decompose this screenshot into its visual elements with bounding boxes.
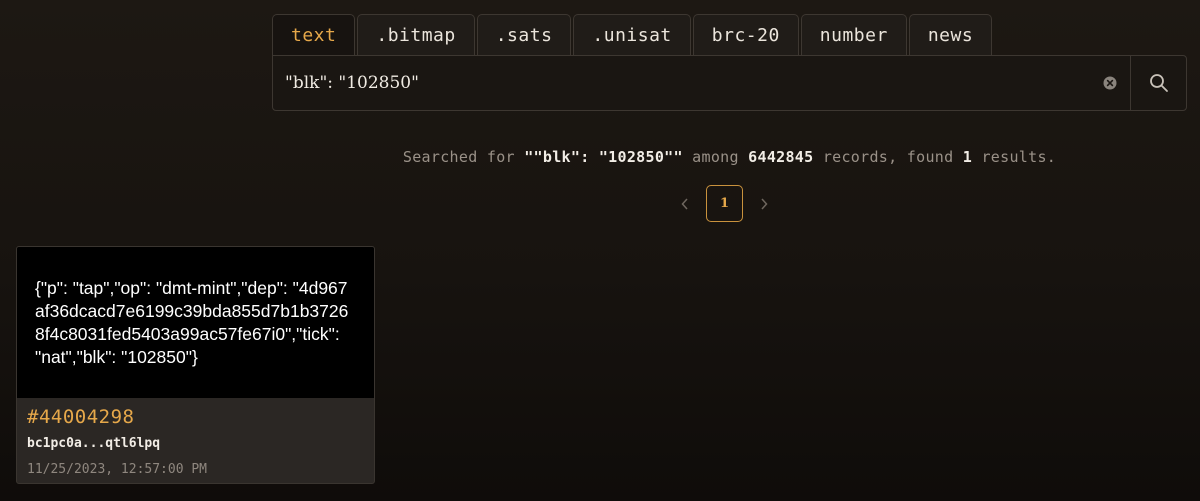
prev-page-button[interactable] xyxy=(668,185,702,222)
inscription-timestamp: 11/25/2023, 12:57:00 PM xyxy=(27,462,208,477)
clear-circle-icon xyxy=(1103,76,1117,90)
search-icon xyxy=(1149,74,1168,92)
summary-found-suffix: results. xyxy=(972,148,1057,166)
tab-news[interactable]: news xyxy=(908,14,993,55)
tab-brc-20[interactable]: brc-20 xyxy=(692,14,799,55)
search-type-tabs: text .bitmap .sats .unisat brc-20 number… xyxy=(272,14,994,55)
summary-records-suffix: records, found xyxy=(813,148,963,166)
pagination: 1 xyxy=(668,185,781,222)
chevron-left-icon xyxy=(681,197,688,210)
search-input[interactable] xyxy=(273,56,1090,110)
clear-search-button[interactable] xyxy=(1090,56,1130,110)
tab-sats[interactable]: .sats xyxy=(476,14,572,55)
page-number-button[interactable]: 1 xyxy=(706,185,743,222)
summary-query: ""blk": "102850"" xyxy=(524,148,683,166)
tab-bitmap[interactable]: .bitmap xyxy=(357,14,475,55)
inscription-card[interactable]: {"p": "tap","op": "dmt-mint","dep": "4d9… xyxy=(16,246,375,484)
summary-prefix: Searched for xyxy=(402,148,525,166)
search-bar xyxy=(272,55,1187,111)
inscription-preview: {"p": "tap","op": "dmt-mint","dep": "4d9… xyxy=(17,247,374,398)
summary-among: among xyxy=(682,148,749,166)
inscription-info: #44004298 bc1pc0a...qtl6lpq 11/25/2023, … xyxy=(17,398,374,479)
next-page-button[interactable] xyxy=(747,185,781,222)
inscription-number[interactable]: #44004298 xyxy=(27,404,364,430)
tab-unisat[interactable]: .unisat xyxy=(573,14,691,55)
tab-text[interactable]: text xyxy=(272,14,356,55)
chevron-right-icon xyxy=(761,197,768,210)
summary-record-count: 6442845 xyxy=(748,148,814,166)
search-result-summary: Searched for ""blk": "102850"" among 644… xyxy=(272,148,1187,166)
inscription-content: {"p": "tap","op": "dmt-mint","dep": "4d9… xyxy=(35,277,349,367)
inscription-address[interactable]: bc1pc0a...qtl6lpq xyxy=(27,435,364,453)
tab-number[interactable]: number xyxy=(800,14,907,55)
summary-found-count: 1 xyxy=(962,148,973,166)
search-button[interactable] xyxy=(1130,56,1186,110)
